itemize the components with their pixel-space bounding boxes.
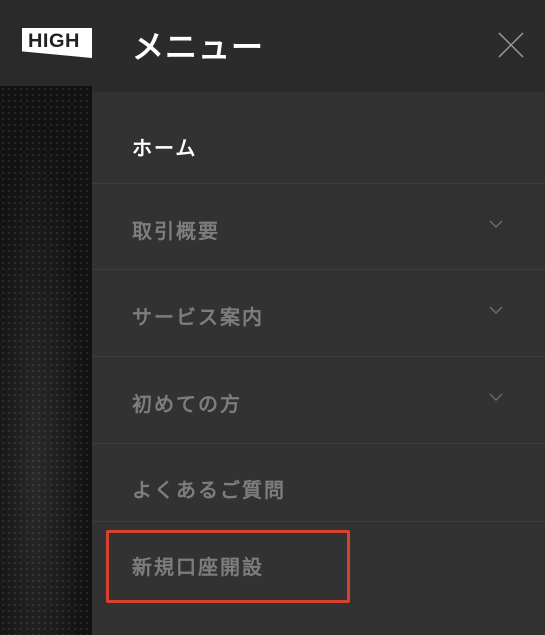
menu-list: ホーム 取引概要 サービス案内 初めての方 よくあるご質問 新規口座開設: [92, 102, 545, 604]
menu-item-label: よくあるご質問: [132, 478, 286, 502]
menu-item-label: 新規口座開設: [132, 555, 264, 579]
menu-title: メニュー: [132, 28, 265, 66]
menu-item-faq[interactable]: よくあるご質問: [92, 444, 545, 522]
menu-item-trading-overview[interactable]: 取引概要: [92, 184, 545, 270]
menu-drawer: メニュー ホーム 取引概要 サービス案内 初めての方 よくあるご質問 新規口座開…: [92, 0, 545, 635]
menu-item-label: 取引概要: [132, 219, 220, 243]
menu-item-label: 初めての方: [132, 392, 242, 416]
background-header: HIGH: [0, 0, 92, 86]
menu-item-label: サービス案内: [132, 305, 264, 329]
background-hero-image: [0, 86, 92, 635]
chevron-down-icon[interactable]: [489, 393, 503, 401]
menu-item-beginners[interactable]: 初めての方: [92, 357, 545, 444]
brand-logo[interactable]: HIGH: [22, 28, 92, 58]
background-page: HIGH: [0, 0, 92, 635]
menu-item-home[interactable]: ホーム: [92, 102, 545, 184]
logo-text: HIGH: [28, 31, 80, 52]
menu-item-service-guide[interactable]: サービス案内: [92, 270, 545, 357]
menu-item-label: ホーム: [132, 136, 198, 160]
chevron-down-icon[interactable]: [489, 220, 503, 228]
close-icon: [498, 32, 524, 58]
chevron-down-icon[interactable]: [489, 306, 503, 314]
close-button[interactable]: [496, 30, 526, 60]
menu-header: メニュー: [92, 0, 545, 92]
menu-item-open-account[interactable]: 新規口座開設: [92, 522, 545, 604]
